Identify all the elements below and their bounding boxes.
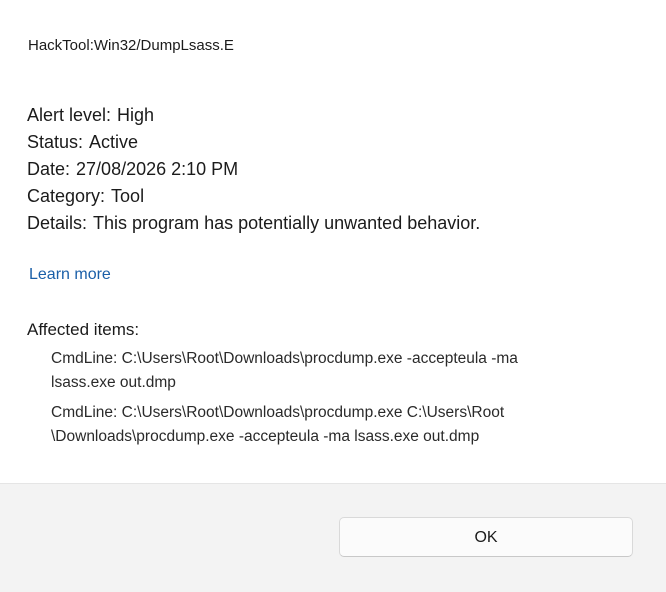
ok-button[interactable]: OK bbox=[339, 517, 633, 557]
detail-value: 27/08/2026 2:10 PM bbox=[76, 159, 239, 179]
detail-category: Category: Tool bbox=[27, 183, 647, 210]
detail-value: Tool bbox=[111, 186, 145, 206]
detail-status: Status: Active bbox=[27, 129, 647, 156]
affected-item: CmdLine: C:\Users\Root\Downloads\procdum… bbox=[51, 347, 631, 395]
affected-item-line: CmdLine: C:\Users\Root\Downloads\procdum… bbox=[51, 404, 505, 421]
affected-item-line: \Downloads\procdump.exe -accepteula -ma … bbox=[51, 428, 480, 445]
threat-details: Alert level: High Status: Active Date: 2… bbox=[27, 102, 647, 237]
detail-alert-level: Alert level: High bbox=[27, 102, 647, 129]
affected-items-list: CmdLine: C:\Users\Root\Downloads\procdum… bbox=[51, 347, 631, 455]
detail-label: Details: bbox=[27, 213, 88, 233]
threat-details-dialog: HackTool:Win32/DumpLsass.E Alert level: … bbox=[0, 0, 666, 592]
detail-date: Date: 27/08/2026 2:10 PM bbox=[27, 156, 647, 183]
detail-description: Details: This program has potentially un… bbox=[27, 210, 647, 237]
detail-label: Alert level: bbox=[27, 105, 112, 125]
threat-name: HackTool:Win32/DumpLsass.E bbox=[28, 37, 234, 54]
detail-value: This program has potentially unwanted be… bbox=[93, 213, 481, 233]
detail-value: High bbox=[117, 105, 155, 125]
affected-items-heading: Affected items: bbox=[27, 320, 140, 339]
learn-more-link[interactable]: Learn more bbox=[29, 264, 111, 286]
detail-label: Date: bbox=[27, 159, 71, 179]
detail-label: Category: bbox=[27, 186, 106, 206]
detail-value: Active bbox=[89, 132, 139, 152]
dialog-content: HackTool:Win32/DumpLsass.E Alert level: … bbox=[0, 0, 666, 483]
detail-label: Status: bbox=[27, 132, 84, 152]
affected-item: CmdLine: C:\Users\Root\Downloads\procdum… bbox=[51, 401, 631, 449]
affected-item-line: CmdLine: C:\Users\Root\Downloads\procdum… bbox=[51, 350, 518, 367]
affected-item-line: lsass.exe out.dmp bbox=[51, 374, 176, 391]
